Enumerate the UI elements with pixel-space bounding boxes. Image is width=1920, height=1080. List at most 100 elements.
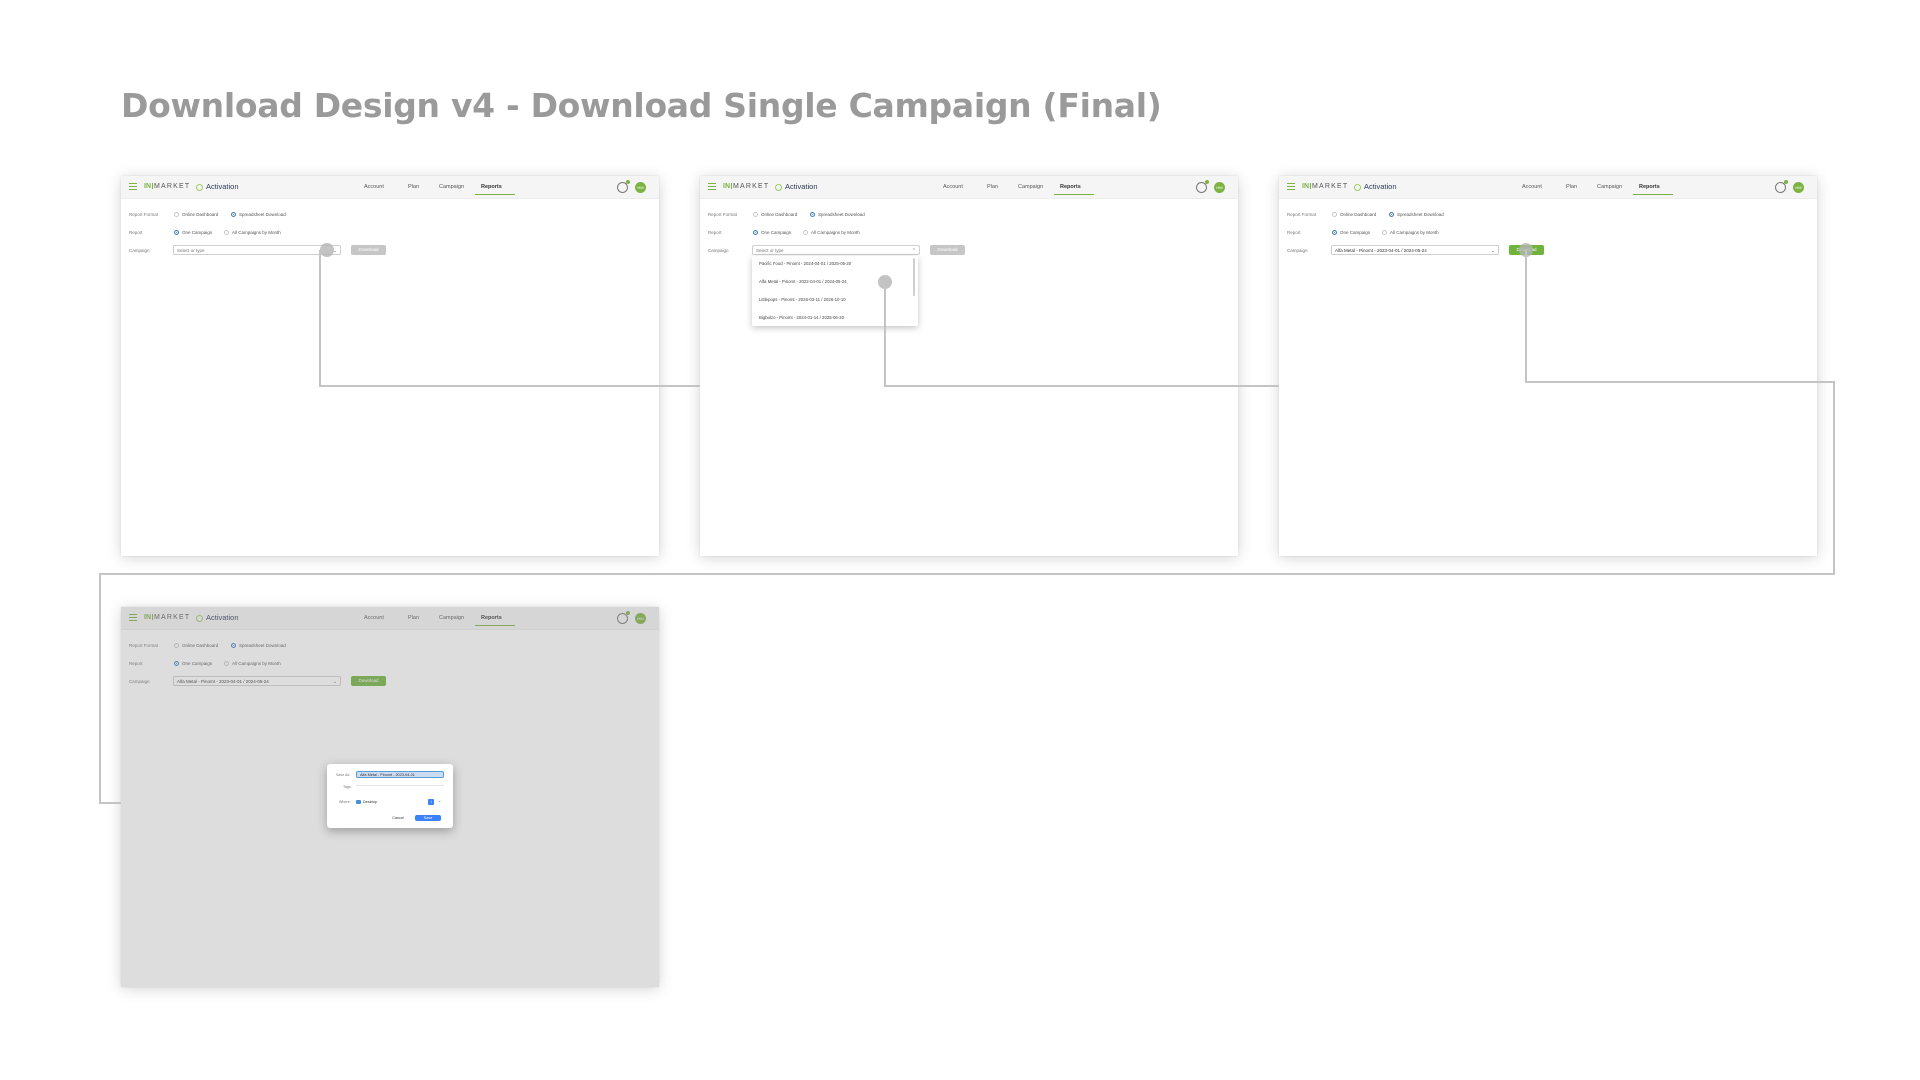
active-nav-underline [1633,194,1673,195]
radio-spreadsheet-download[interactable] [1389,212,1394,217]
avatar[interactable]: HM [1214,182,1225,193]
radio-spreadsheet-download[interactable] [810,212,815,217]
location-pin-icon [196,184,203,191]
nav-plan[interactable]: Plan [987,184,998,190]
report-label: Report [129,230,143,235]
dropdown-option[interactable]: Pacific Food - Pinomt - 2024-04-01 / 202… [759,261,851,266]
folder-icon [356,799,361,804]
radio-all-campaigns-by-month[interactable] [224,230,229,235]
notification-bell-icon[interactable] [1775,180,1788,193]
top-nav-bar: IN MARKET Activation Account Plan Campaig… [121,176,659,199]
location-value: Desktop [363,800,377,804]
campaign-select[interactable]: Select or type ⌃ [752,245,920,255]
radio-online-dashboard-label: Online Dashboard [1340,212,1377,217]
top-nav-bar: IN MARKET Activation Account Plan Campaig… [700,176,1238,199]
avatar[interactable]: HM [635,182,646,193]
radio-online-dashboard-label: Online Dashboard [761,212,798,217]
campaign-select[interactable]: Select or type ⌄ [173,245,341,255]
expand-icon[interactable]: ↕ [428,799,434,805]
menu-icon[interactable] [129,183,137,190]
radio-all-campaigns-label: All Campaigns by Month [811,230,860,235]
dropdown-scrollbar[interactable] [913,258,915,296]
filename-input[interactable]: Alfa Metal - Pinomt - 2023-04-01 [356,771,444,778]
radio-online-dashboard[interactable] [753,212,758,217]
campaign-select-placeholder: Select or type [177,248,205,253]
campaign-label: Campaign [708,248,729,253]
radio-one-campaign[interactable] [174,230,179,235]
radio-one-campaign-label: One Campaign [182,230,213,235]
inmarket-logo: IN MARKET [1302,183,1349,190]
campaign-select-value: Alfa Metal - Pinomt - 2023-04-01 / 2024-… [1335,248,1427,253]
click-indicator [878,275,892,289]
inmarket-logo: IN MARKET [144,183,191,190]
nav-campaign[interactable]: Campaign [439,184,464,190]
avatar[interactable]: HM [1793,182,1804,193]
campaign-select[interactable]: Alfa Metal - Pinomt - 2023-04-01 / 2024-… [1331,245,1499,255]
radio-all-campaigns-label: All Campaigns by Month [1390,230,1439,235]
download-button[interactable]: Download [351,245,386,255]
nav-account[interactable]: Account [943,184,963,190]
location-select[interactable]: Desktop [356,799,434,806]
nav-reports[interactable]: Reports [481,184,502,190]
nav-plan[interactable]: Plan [408,184,419,190]
report-format-label: Report Format [129,212,159,217]
menu-icon[interactable] [1287,183,1295,190]
radio-spreadsheet-download[interactable] [231,212,236,217]
radio-all-campaigns-by-month[interactable] [1382,230,1387,235]
nav-reports[interactable]: Reports [1639,184,1660,190]
nav-account[interactable]: Account [364,184,384,190]
tags-input[interactable] [356,785,444,786]
click-indicator [1519,243,1533,257]
dropdown-option[interactable]: Alfa Metal - Pinomt - 2022-04-01 / 2024-… [759,279,847,284]
download-button[interactable]: Download [930,245,965,255]
inmarket-logo: IN MARKET [723,183,770,190]
dropdown-option[interactable]: Littlepops - Pinomt - 2026-03-11 / 2026-… [759,297,846,302]
click-indicator [320,243,334,257]
chevron-up-icon: ⌃ [911,248,916,254]
chevron-down-icon[interactable]: ⌄ [438,798,441,803]
radio-one-campaign[interactable] [753,230,758,235]
nav-campaign[interactable]: Campaign [1018,184,1043,190]
notification-bell-icon[interactable] [1196,180,1209,193]
top-nav-bar: IN MARKET Activation Account Plan Campaig… [1279,176,1817,199]
page-title: Download Design v4 - Download Single Cam… [121,86,1162,125]
screen-2-campaign-dropdown: IN MARKET Activation Account Plan Campaig… [700,176,1238,556]
radio-one-campaign[interactable] [1332,230,1337,235]
report-format-label: Report Format [1287,212,1317,217]
chevron-down-icon: ⌄ [1490,248,1495,254]
nav-account[interactable]: Account [1522,184,1542,190]
report-label: Report [1287,230,1301,235]
screen-1-select-campaign: IN MARKET Activation Account Plan Campaig… [121,176,659,556]
nav-campaign[interactable]: Campaign [1597,184,1622,190]
radio-all-campaigns-label: All Campaigns by Month [232,230,281,235]
campaign-select-placeholder: Select or type [756,248,784,253]
nav-plan[interactable]: Plan [1566,184,1577,190]
radio-online-dashboard[interactable] [1332,212,1337,217]
save-as-dialog: Save As: Alfa Metal - Pinomt - 2023-04-0… [327,764,453,828]
active-nav-underline [475,194,515,195]
notification-bell-icon[interactable] [617,180,630,193]
radio-one-campaign-label: One Campaign [1340,230,1371,235]
screen-4-save-dialog: IN MARKET Activation Account Plan Campaig… [121,607,659,987]
radio-online-dashboard-label: Online Dashboard [182,212,219,217]
save-button[interactable]: Save [415,815,441,821]
save-as-label: Save As: [336,773,351,777]
location-pin-icon [1354,184,1361,191]
tags-label: Tags: [343,785,352,789]
radio-all-campaigns-by-month[interactable] [803,230,808,235]
campaign-label: Campaign [1287,248,1308,253]
nav-reports[interactable]: Reports [1060,184,1081,190]
product-name: Activation [1364,182,1397,191]
menu-icon[interactable] [708,183,716,190]
campaign-label: Campaign [129,248,150,253]
radio-spreadsheet-download-label: Spreadsheet Download [818,212,865,217]
report-label: Report [708,230,722,235]
product-name: Activation [785,182,818,191]
location-pin-icon [775,184,782,191]
cancel-button[interactable]: Cancel [388,815,408,821]
screen-3-campaign-selected: IN MARKET Activation Account Plan Campaig… [1279,176,1817,556]
where-label: Where: [339,800,351,804]
dropdown-option[interactable]: Bigbolzo - Pinomt - 2024-01-14 / 2025-06… [759,315,844,320]
radio-online-dashboard[interactable] [174,212,179,217]
product-name: Activation [206,182,239,191]
